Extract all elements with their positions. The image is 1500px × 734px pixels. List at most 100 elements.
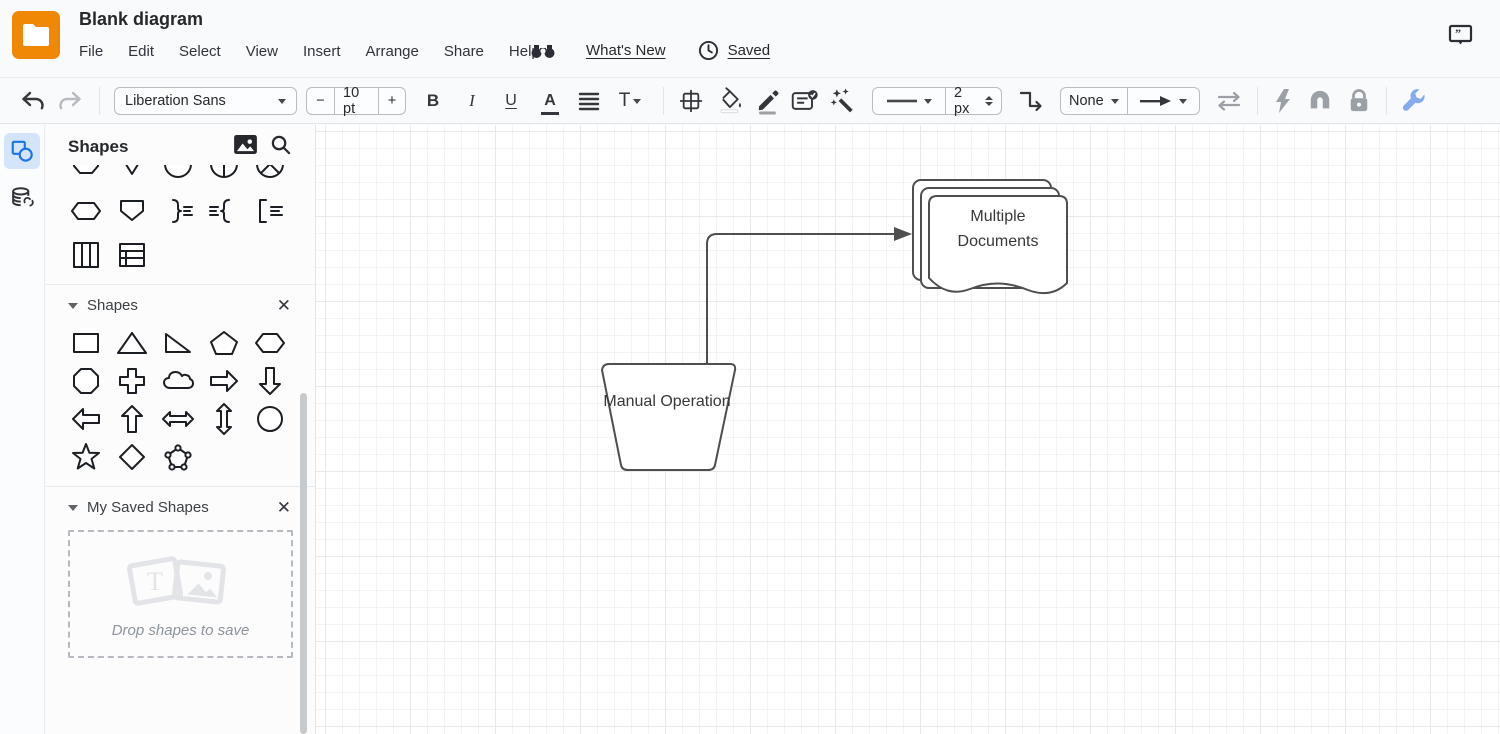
magnet-icon[interactable]: [1305, 86, 1335, 116]
menu-edit[interactable]: Edit: [128, 43, 154, 60]
hexagon-wide-shape[interactable]: [63, 192, 109, 230]
search-icon[interactable]: [270, 134, 291, 160]
vertical-container-shape[interactable]: [63, 236, 109, 274]
line-style-group: 2 px: [872, 87, 1002, 115]
main-toolbar: Liberation Sans − 10 pt + B I U A T: [0, 79, 1500, 124]
binoculars-icon[interactable]: [530, 39, 556, 61]
svg-text:T: T: [147, 567, 163, 596]
palette-title: Shapes: [68, 137, 234, 157]
format-wrench-icon[interactable]: [1399, 86, 1429, 116]
multiple-documents-label[interactable]: Multiple Documents: [928, 204, 1068, 254]
bold-button[interactable]: B: [418, 86, 448, 116]
shapes-section-header[interactable]: Shapes ✕: [46, 285, 315, 320]
saved-shapes-section-header[interactable]: My Saved Shapes ✕: [46, 487, 315, 522]
menu-share[interactable]: Share: [444, 43, 484, 60]
svg-text:”: ”: [1455, 26, 1461, 40]
cloud-shape[interactable]: [155, 362, 201, 400]
close-icon[interactable]: ✕: [277, 297, 291, 314]
square-shape[interactable]: [63, 324, 109, 362]
connector-icon[interactable]: [1014, 86, 1048, 116]
palette-row-clipped: [46, 165, 315, 183]
undo-icon[interactable]: [18, 86, 48, 116]
drop-hint-text: Drop shapes to save: [112, 622, 250, 639]
triangle-shape[interactable]: [109, 324, 155, 362]
block-arrow-down-shape[interactable]: [247, 362, 293, 400]
star-shape[interactable]: [63, 438, 109, 476]
font-size-increase-button[interactable]: +: [378, 88, 405, 114]
grid-size-icon[interactable]: [676, 86, 706, 116]
text-format-icon[interactable]: T: [611, 86, 649, 116]
fill-color-icon[interactable]: [714, 86, 744, 116]
or-junction-shape[interactable]: [201, 165, 247, 183]
underline-button[interactable]: U: [496, 86, 526, 116]
summing-junction-shape[interactable]: [247, 165, 293, 183]
redo-icon[interactable]: [55, 86, 85, 116]
block-arrow-left-shape[interactable]: [63, 400, 109, 438]
octagon-shape[interactable]: [63, 362, 109, 400]
palette-scrollbar[interactable]: [300, 393, 307, 734]
brace-right-shape[interactable]: [155, 192, 201, 230]
drop-placeholder-graphic: T: [118, 550, 244, 612]
edit-style-icon[interactable]: [790, 86, 820, 116]
shapes-rail-icon[interactable]: [4, 133, 40, 169]
left-rail: [0, 125, 45, 734]
feedback-icon[interactable]: ”: [1448, 24, 1473, 53]
saved-shapes-dropzone[interactable]: T Drop shapes to save: [68, 530, 293, 658]
diagram-canvas[interactable]: Manual Operation Multiple Documents: [316, 125, 1500, 734]
font-family-select[interactable]: Liberation Sans: [114, 87, 297, 115]
swap-icon[interactable]: [1214, 86, 1244, 116]
arrow-style-icon[interactable]: [1127, 88, 1199, 114]
menubar: FileEditSelectViewInsertArrangeShareHelp: [79, 38, 565, 64]
chevron-down-icon: [278, 99, 286, 104]
image-icon[interactable]: [234, 135, 257, 159]
drawio-app: Blank diagram FileEditSelectViewInsertAr…: [0, 0, 1500, 734]
circle-shape[interactable]: [247, 400, 293, 438]
bracket-shape[interactable]: [247, 192, 293, 230]
loop-limit-shape[interactable]: [63, 165, 109, 183]
right-triangle-shape[interactable]: [155, 324, 201, 362]
font-size-decrease-button[interactable]: −: [307, 88, 334, 114]
block-arrow-up-shape[interactable]: [109, 400, 155, 438]
saved-status-link[interactable]: Saved: [728, 42, 771, 59]
font-size-value[interactable]: 10 pt: [334, 88, 378, 114]
menu-view[interactable]: View: [246, 43, 278, 60]
line-color-icon[interactable]: [752, 86, 782, 116]
delay-shape[interactable]: [155, 165, 201, 183]
horizontal-table-shape[interactable]: [109, 236, 155, 274]
waypoints-select[interactable]: None: [1061, 88, 1127, 114]
menu-arrange[interactable]: Arrange: [366, 43, 419, 60]
header-links: What's New Saved: [530, 36, 770, 64]
workspace: Shapes Shapes: [0, 125, 1500, 734]
scratchpad-rail-icon[interactable]: [4, 180, 40, 216]
brace-left-shape[interactable]: [201, 192, 247, 230]
manual-operation-shape[interactable]: [602, 364, 735, 470]
chevron-down-icon: [68, 303, 78, 309]
cross-shape[interactable]: [109, 362, 155, 400]
manual-operation-label[interactable]: Manual Operation: [602, 389, 732, 414]
menu-select[interactable]: Select: [179, 43, 221, 60]
double-arrow-vertical-shape[interactable]: [201, 400, 247, 438]
line-width-stepper[interactable]: 2 px: [945, 88, 1001, 114]
menu-insert[interactable]: Insert: [303, 43, 341, 60]
font-color-button[interactable]: A: [535, 86, 565, 116]
diamond-shape[interactable]: [109, 438, 155, 476]
auto-style-icon[interactable]: [828, 86, 858, 116]
pentagon-shape[interactable]: [201, 324, 247, 362]
line-style-icon[interactable]: [873, 88, 945, 114]
off-page-connector-shape[interactable]: [109, 192, 155, 230]
text-align-icon[interactable]: [574, 86, 604, 116]
italic-button[interactable]: I: [457, 86, 487, 116]
block-arrow-right-shape[interactable]: [201, 362, 247, 400]
hexagon-shape[interactable]: [247, 324, 293, 362]
flash-icon[interactable]: [1268, 86, 1298, 116]
close-icon[interactable]: ✕: [277, 499, 291, 516]
menu-file[interactable]: File: [79, 43, 103, 60]
merge-shape[interactable]: [109, 165, 155, 183]
whats-new-link[interactable]: What's New: [586, 42, 666, 59]
drawio-logo-icon[interactable]: [12, 11, 60, 59]
lock-icon[interactable]: [1344, 86, 1374, 116]
pentagon-nodes-shape[interactable]: [155, 438, 201, 476]
palette-row-3: [46, 236, 315, 274]
double-arrow-horizontal-shape[interactable]: [155, 400, 201, 438]
connector-edge[interactable]: [707, 227, 912, 364]
